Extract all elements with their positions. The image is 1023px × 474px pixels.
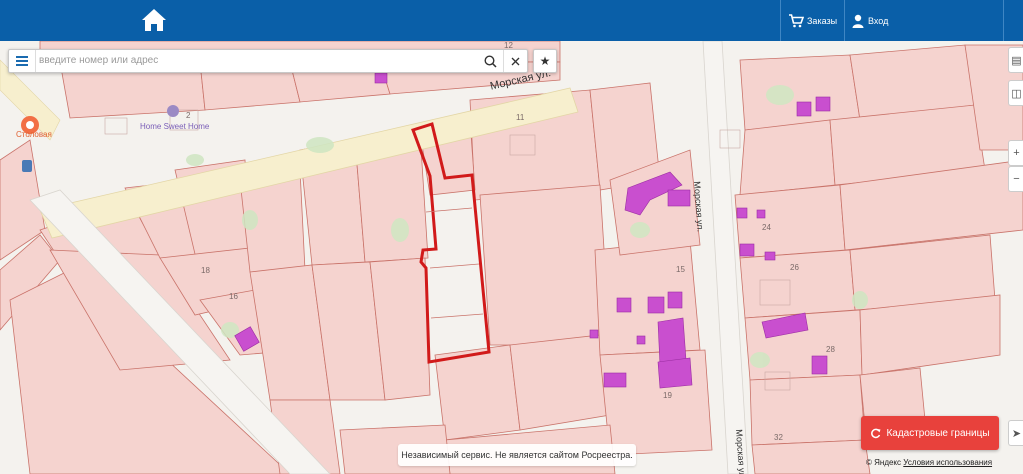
cadastral-boundaries-button[interactable]: Кадастровые границы — [861, 416, 999, 450]
location-arrow-icon: ➤ — [1011, 427, 1022, 440]
map-attribution: © Яндекс Условия использования — [866, 458, 1023, 472]
orders-button[interactable]: Заказы — [788, 0, 837, 41]
clear-button[interactable] — [503, 50, 526, 72]
svg-text:28: 28 — [826, 345, 835, 354]
cart-icon — [789, 13, 804, 27]
login-button[interactable]: Вход — [852, 0, 888, 41]
cadastral-button-label: Кадастровые границы — [886, 427, 990, 439]
map-canvas[interactable]: 2 11 18 16 24 26 28 32 19 15 12 Морская … — [0, 41, 1023, 474]
svg-text:15: 15 — [676, 265, 685, 274]
search-button[interactable] — [479, 50, 501, 72]
svg-text:2: 2 — [186, 111, 191, 120]
nav-separator — [780, 0, 781, 41]
ruler-button[interactable]: ◫ — [1008, 80, 1023, 106]
bus-stop-icon — [22, 160, 32, 172]
disclaimer-text: Независимый сервис. Не является сайтом Р… — [401, 450, 633, 460]
hamburger-icon — [16, 56, 28, 66]
plus-icon: + — [1013, 147, 1020, 159]
star-icon: ★ — [539, 54, 551, 68]
svg-text:19: 19 — [663, 391, 672, 400]
svg-text:11: 11 — [516, 113, 525, 122]
minus-icon: − — [1013, 173, 1020, 185]
hotel-icon — [167, 105, 179, 117]
home-icon[interactable] — [140, 7, 168, 33]
map-layer: 2 11 18 16 24 26 28 32 19 15 12 — [0, 41, 1023, 474]
ruler-icon: ◫ — [1011, 87, 1022, 100]
layers-icon: ▤ — [1011, 54, 1022, 67]
zoom-out-button[interactable]: − — [1008, 166, 1023, 192]
svg-text:24: 24 — [762, 223, 771, 232]
nav-separator — [1003, 0, 1004, 41]
poi-label-home-sweet-home[interactable]: Home Sweet Home — [140, 122, 209, 131]
disclaimer-notice: Независимый сервис. Не является сайтом Р… — [398, 444, 636, 466]
poi-label-stolovaya[interactable]: Столовая — [16, 130, 52, 139]
svg-text:32: 32 — [774, 433, 783, 442]
close-icon — [511, 57, 519, 65]
search-icon — [483, 54, 497, 68]
top-bar: Заказы Вход — [0, 0, 1023, 41]
menu-button[interactable] — [9, 50, 36, 72]
terms-link[interactable]: Условия использования — [903, 458, 992, 467]
search-box — [8, 49, 528, 73]
geolocation-button[interactable]: ➤ — [1008, 420, 1023, 446]
svg-text:26: 26 — [790, 263, 799, 272]
search-input[interactable] — [39, 52, 479, 68]
favorites-button[interactable]: ★ — [533, 49, 557, 73]
yandex-copyright: © Яндекс — [866, 458, 902, 467]
login-label: Вход — [868, 15, 889, 26]
nav-separator — [844, 0, 845, 41]
zoom-in-button[interactable]: + — [1008, 140, 1023, 166]
refresh-icon — [871, 428, 881, 438]
user-icon — [852, 14, 864, 28]
orders-label: Заказы — [807, 15, 838, 26]
layers-button[interactable]: ▤ — [1008, 47, 1023, 73]
svg-text:16: 16 — [229, 292, 238, 301]
svg-text:18: 18 — [201, 266, 210, 275]
